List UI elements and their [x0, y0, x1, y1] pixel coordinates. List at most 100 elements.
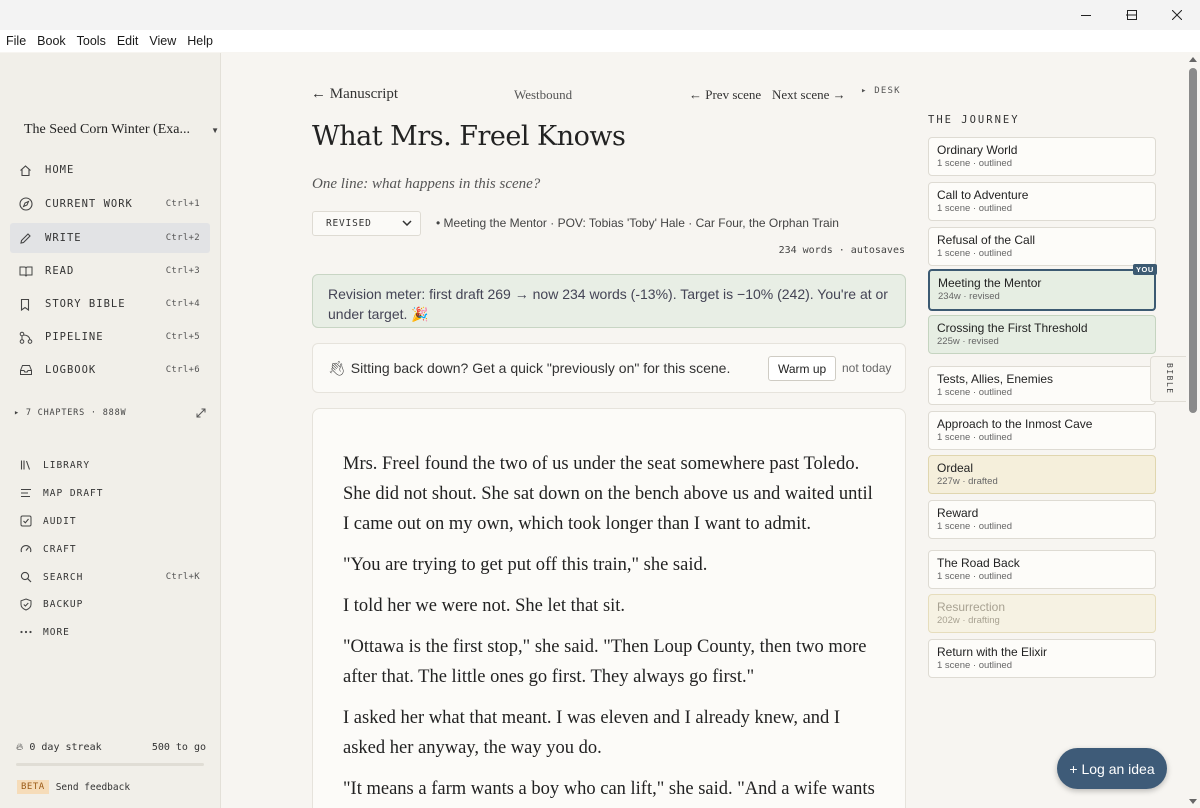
- menu-bar: File Book Tools Edit View Help: [0, 30, 1200, 52]
- nav-write[interactable]: WRITE Ctrl+2: [10, 223, 210, 253]
- journey-beat[interactable]: The Road Back 1 scene · outlined: [928, 550, 1156, 589]
- feedback-label: Send feedback: [55, 781, 131, 793]
- beat-name: Resurrection: [937, 600, 1006, 614]
- journey-beat[interactable]: Ordinary World 1 scene · outlined: [928, 137, 1156, 176]
- status-value: REVISED: [326, 218, 372, 229]
- pencil-icon: [10, 232, 34, 245]
- menu-edit[interactable]: Edit: [117, 34, 139, 48]
- tool-backup[interactable]: BACKUP: [10, 592, 210, 616]
- menu-file[interactable]: File: [6, 34, 26, 48]
- scrollbar-thumb[interactable]: [1189, 68, 1197, 413]
- beat-name: Call to Adventure: [937, 188, 1029, 202]
- log-idea-button[interactable]: + Log an idea: [1057, 748, 1167, 789]
- menu-view[interactable]: View: [149, 34, 176, 48]
- maximize-icon[interactable]: [1109, 0, 1155, 30]
- tool-craft[interactable]: CRAFT: [10, 537, 210, 561]
- tool-audit[interactable]: AUDIT: [10, 509, 210, 533]
- journey-beat[interactable]: Reward 1 scene · outlined: [928, 500, 1156, 539]
- home-icon: [10, 164, 34, 177]
- beat-name: Ordeal: [937, 461, 974, 475]
- nav-logbook[interactable]: LOGBOOK Ctrl+6: [10, 355, 210, 385]
- paragraph[interactable]: Mrs. Freel found the two of us under the…: [343, 449, 875, 539]
- not-today-link[interactable]: not today: [842, 361, 891, 375]
- compass-icon: [10, 197, 34, 211]
- beat-name: Meeting the Mentor: [938, 276, 1042, 290]
- journey-beat[interactable]: Call to Adventure 1 scene · outlined: [928, 182, 1156, 221]
- prev-scene-link[interactable]: ← Prev scene: [689, 87, 761, 103]
- beat-name: Tests, Allies, Enemies: [937, 372, 1054, 386]
- minimize-button[interactable]: [1063, 0, 1109, 30]
- paragraph[interactable]: "It means a farm wants a boy who can lif…: [343, 774, 875, 804]
- beat-name: Ordinary World: [937, 143, 1018, 157]
- nav-read[interactable]: READ Ctrl+3: [10, 256, 210, 286]
- beat-name: Reward: [937, 506, 979, 520]
- nav-pipeline[interactable]: PIPELINE Ctrl+5: [10, 322, 210, 352]
- tool-library[interactable]: LIBRARY: [10, 453, 210, 477]
- journey-beat[interactable]: Tests, Allies, Enemies 1 scene · outlined: [928, 366, 1156, 405]
- scene-status-select[interactable]: REVISED: [312, 211, 421, 236]
- journey-beat[interactable]: Approach to the Inmost Cave 1 scene · out…: [928, 411, 1156, 450]
- journey-beat[interactable]: Crossing the First Threshold 225w · revis…: [928, 315, 1156, 354]
- beat-status: 1 scene · outlined: [937, 571, 1012, 582]
- chevron-down-icon: [402, 218, 412, 229]
- streak-label-group: 🔥︎ 0 day streak: [16, 742, 102, 753]
- tool-search[interactable]: SEARCH Ctrl+K: [10, 565, 210, 589]
- branch-icon: [10, 331, 34, 344]
- nav-current-work[interactable]: CURRENT WORK Ctrl+1: [10, 189, 210, 219]
- back-to-manuscript-link[interactable]: ← Manuscript: [311, 86, 398, 103]
- chapters-toggle[interactable]: ▸ 7 CHAPTERS · 888W: [14, 408, 206, 421]
- scene-title[interactable]: What Mrs. Freel Knows: [312, 121, 626, 152]
- beat-name: Return with the Elixir: [937, 645, 1048, 659]
- journey-beat[interactable]: Meeting the Mentor 234w · revised: [928, 269, 1156, 311]
- paragraph[interactable]: I told her we were not. She let that sit…: [343, 591, 875, 621]
- writing-streak: 🔥︎ 0 day streak 500 to go: [16, 742, 206, 753]
- paragraph[interactable]: "Ottawa is the first stop," she said. "T…: [343, 632, 875, 692]
- scrollbar[interactable]: [1186, 53, 1200, 808]
- nav-home[interactable]: HOME: [10, 155, 210, 185]
- beat-name: Refusal of the Call: [937, 233, 1036, 247]
- checkbox-icon: [10, 515, 32, 527]
- bible-tab-label: BIBLE: [1165, 363, 1174, 395]
- menu-help[interactable]: Help: [187, 34, 213, 48]
- scroll-up-icon[interactable]: [1189, 57, 1197, 62]
- bookmark-icon: [10, 298, 34, 311]
- scene-editor[interactable]: Mrs. Freel found the two of us under the…: [312, 408, 906, 808]
- close-icon[interactable]: [1154, 0, 1200, 30]
- journey-beat[interactable]: Refusal of the Call 1 scene · outlined: [928, 227, 1156, 266]
- tool-map-draft[interactable]: MAP DRAFT: [10, 481, 210, 505]
- paragraph[interactable]: "You are trying to get put off this trai…: [343, 550, 875, 580]
- desk-toggle[interactable]: ▸ DESK: [861, 86, 901, 96]
- beat-name: Crossing the First Threshold: [937, 321, 1088, 335]
- bible-tab[interactable]: BIBLE: [1150, 356, 1188, 402]
- tool-more[interactable]: MORE: [10, 620, 210, 644]
- paragraph[interactable]: I asked her what that meant. I was eleve…: [343, 703, 875, 763]
- journey-beat[interactable]: Resurrection 202w · drafting: [928, 594, 1156, 633]
- beat-status: 225w · revised: [937, 336, 999, 347]
- book-name: Westbound: [514, 87, 573, 102]
- expand-icon[interactable]: [196, 408, 206, 421]
- library-icon: [10, 459, 32, 471]
- streak-goal: 500 to go: [151, 742, 206, 753]
- feedback-link[interactable]: BETA Send feedback: [17, 780, 130, 794]
- search-icon: [10, 571, 32, 583]
- scroll-down-icon[interactable]: [1189, 799, 1197, 804]
- chapters-summary: ▸ 7 CHAPTERS · 888W: [14, 408, 127, 418]
- warmup-button[interactable]: Warm up: [768, 356, 837, 381]
- menu-tools[interactable]: Tools: [77, 34, 106, 48]
- beat-status: 1 scene · outlined: [937, 203, 1012, 214]
- beat-name: Approach to the Inmost Cave: [937, 417, 1093, 431]
- book-open-icon: [10, 265, 34, 278]
- menu-book[interactable]: Book: [37, 34, 66, 48]
- beat-status: 202w · drafting: [937, 615, 1000, 626]
- scene-oneline-input[interactable]: One line: what happens in this scene?: [312, 176, 540, 193]
- shield-check-icon: [10, 597, 32, 611]
- beat-status: 234w · revised: [938, 291, 1000, 302]
- next-scene-link[interactable]: Next scene →: [772, 87, 846, 103]
- nav-story-bible[interactable]: STORY BIBLE Ctrl+4: [10, 289, 210, 319]
- lines-icon: [10, 487, 32, 499]
- journey-beat[interactable]: Ordeal 227w · drafted: [928, 455, 1156, 494]
- streak-progress-bar: [16, 763, 204, 766]
- project-selector[interactable]: The Seed Corn Winter (Exa... ▼: [24, 122, 219, 138]
- flame-icon: 🔥︎: [16, 742, 24, 753]
- journey-beat[interactable]: Return with the Elixir 1 scene · outlined: [928, 639, 1156, 678]
